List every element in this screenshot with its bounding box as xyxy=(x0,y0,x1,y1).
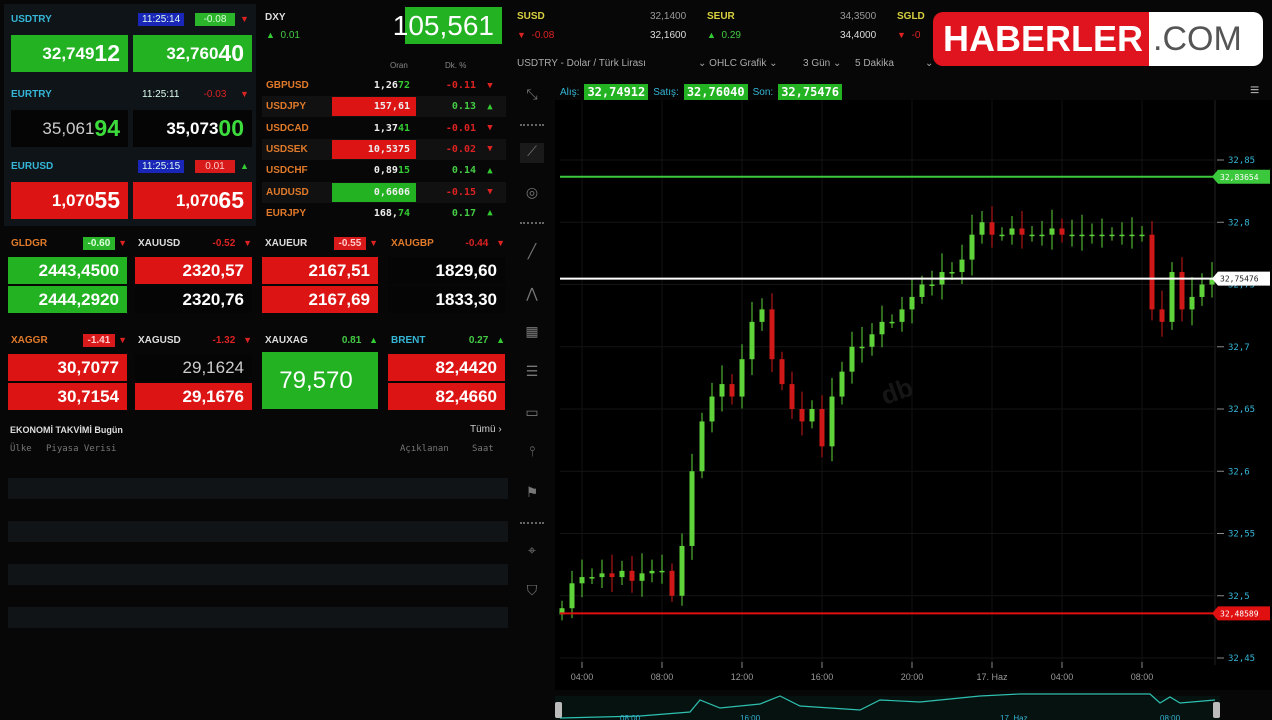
x-tick-label: 17. Haz xyxy=(976,672,1008,682)
candle-body xyxy=(879,321,885,335)
candle-body xyxy=(759,309,765,322)
candle-body xyxy=(749,321,755,360)
x-tick-label: 08:00 xyxy=(651,672,674,682)
candle-body xyxy=(919,284,925,297)
candle-body xyxy=(1049,228,1055,235)
x-tick-label: 20:00 xyxy=(901,672,924,682)
candle-body xyxy=(1159,309,1165,322)
candle-body xyxy=(629,570,635,581)
candle-body xyxy=(1059,228,1065,235)
candle-body xyxy=(1119,234,1125,237)
price-line-label: 32,48589 xyxy=(1220,609,1259,618)
y-tick-label: 32,55 xyxy=(1228,530,1255,540)
candle-body xyxy=(719,384,725,397)
candle-body xyxy=(999,234,1005,237)
candle-body xyxy=(1089,234,1095,237)
candle-body xyxy=(589,577,595,579)
candle-body xyxy=(779,359,785,385)
x-tick-label: 16:00 xyxy=(811,672,834,682)
x-tick-label: 12:00 xyxy=(731,672,754,682)
candle-body xyxy=(1039,234,1045,237)
candle-body xyxy=(569,583,575,609)
y-tick-label: 32,85 xyxy=(1228,156,1255,166)
candle-body xyxy=(849,346,855,372)
candle-body xyxy=(989,222,995,235)
candle-body xyxy=(799,409,805,422)
navigator-tick: 17. Haz xyxy=(1000,714,1028,720)
candle-body xyxy=(609,573,615,578)
candle-body xyxy=(1149,234,1155,310)
navigator xyxy=(555,696,1220,720)
y-tick-label: 32,6 xyxy=(1228,467,1250,477)
candle-body xyxy=(769,309,775,360)
candle-body xyxy=(709,396,715,422)
candle-body xyxy=(679,545,685,596)
candle-body xyxy=(579,577,585,584)
x-tick-label: 04:00 xyxy=(571,672,594,682)
candle-body xyxy=(659,570,665,573)
x-tick-label: 08:00 xyxy=(1131,672,1154,682)
candle-body xyxy=(929,284,935,286)
candle-body xyxy=(1029,234,1035,237)
navigator-tick: 08:00 xyxy=(620,714,641,720)
candle-body xyxy=(1189,296,1195,310)
candle-body xyxy=(619,570,625,578)
candle-body xyxy=(829,396,835,447)
candle-body xyxy=(889,321,895,324)
candle-body xyxy=(739,359,745,397)
candle-body xyxy=(649,570,655,574)
price-line-label: 32,75476 xyxy=(1220,275,1259,284)
candle-body xyxy=(819,409,825,447)
y-tick-label: 32,65 xyxy=(1228,405,1255,415)
candle-body xyxy=(1129,234,1135,237)
candle-body xyxy=(1009,228,1015,235)
y-tick-label: 32,5 xyxy=(1228,592,1250,602)
candle-body xyxy=(1079,234,1085,237)
candle-body xyxy=(959,259,965,273)
navigator-right-handle[interactable] xyxy=(1213,702,1220,718)
candle-body xyxy=(949,272,955,274)
candle-body xyxy=(1099,234,1105,237)
candle-body xyxy=(859,346,865,349)
y-tick-label: 32,7 xyxy=(1228,343,1250,353)
candle-body xyxy=(869,334,875,347)
candle-body xyxy=(899,309,905,322)
candle-body xyxy=(1069,234,1075,237)
navigator-left-handle[interactable] xyxy=(555,702,562,718)
candle-body xyxy=(969,234,975,260)
candle-body xyxy=(789,384,795,409)
price-chart[interactable]: 32,8532,832,7532,732,6532,632,5532,532,4… xyxy=(0,0,1272,720)
candle-body xyxy=(1109,234,1115,237)
y-tick-label: 32,8 xyxy=(1228,218,1250,228)
candle-body xyxy=(1199,284,1205,297)
candle-body xyxy=(689,471,695,546)
candle-body xyxy=(839,371,845,397)
candle-body xyxy=(979,222,985,235)
candle-body xyxy=(639,573,645,581)
candle-body xyxy=(1139,234,1145,237)
candle-body xyxy=(1019,228,1025,235)
navigator-tick: 16:00 xyxy=(740,714,761,720)
price-line-label: 32,83654 xyxy=(1220,173,1259,182)
y-tick-label: 32,45 xyxy=(1228,654,1255,664)
candle-body xyxy=(669,570,675,596)
candle-body xyxy=(729,384,735,397)
navigator-tick: 08:00 xyxy=(1160,714,1181,720)
x-tick-label: 04:00 xyxy=(1051,672,1074,682)
candle-body xyxy=(599,573,605,578)
candle-body xyxy=(809,409,815,422)
candle-body xyxy=(699,421,705,472)
candle-body xyxy=(909,296,915,310)
